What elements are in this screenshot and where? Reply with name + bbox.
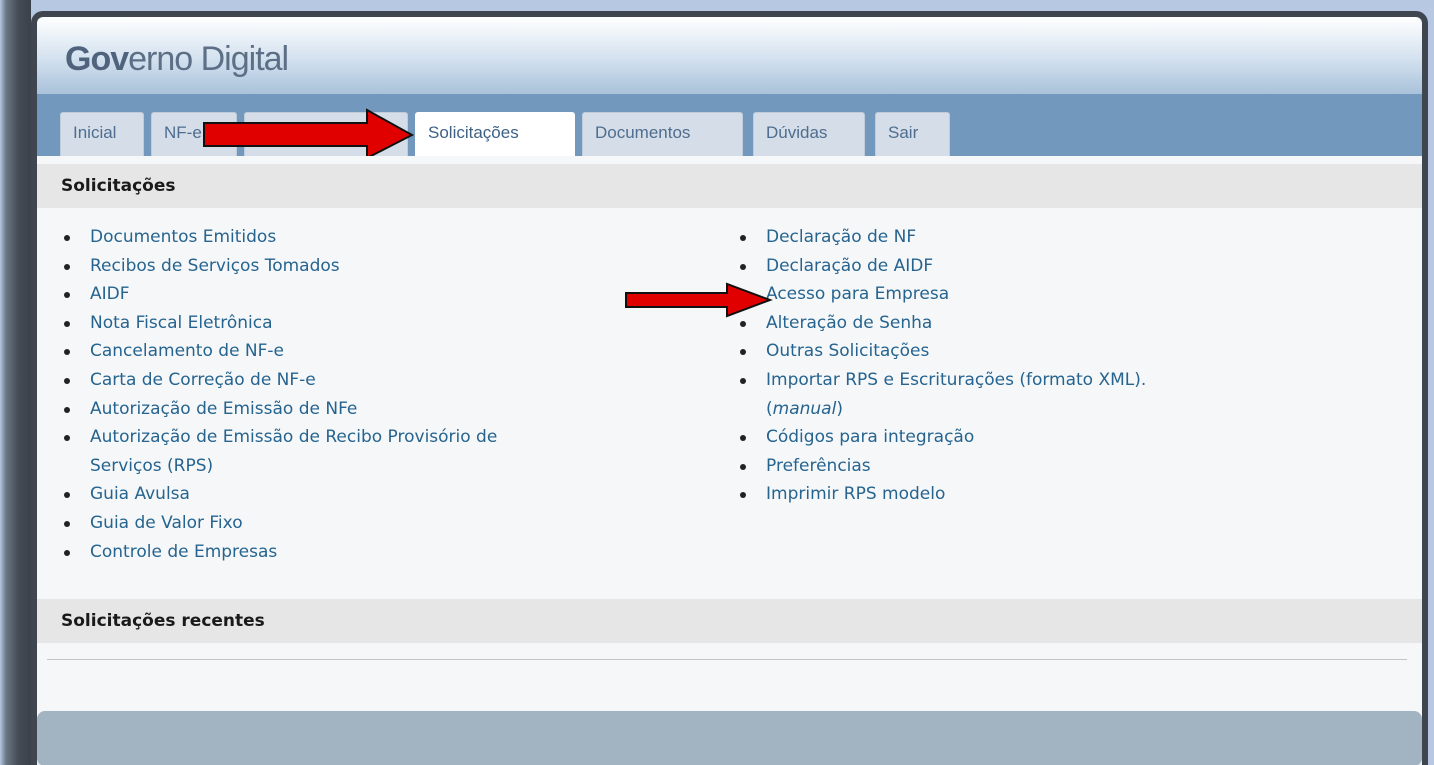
- list-item: Guia de Valor Fixo: [61, 509, 681, 538]
- list-item: Documentos Emitidos: [61, 223, 681, 252]
- link-guia-valor-fixo[interactable]: Guia de Valor Fixo: [90, 513, 243, 533]
- list-item: Outras Solicitações: [737, 337, 1357, 366]
- list-item: Importar RPS e Escriturações (formato XM…: [737, 366, 1357, 423]
- list-item: Recibos de Serviços Tomados: [61, 252, 681, 281]
- link-autorizacao-rps-line2: Serviços (RPS): [90, 455, 214, 476]
- site-header: Governo Digital: [37, 17, 1422, 94]
- logo-rest-part: erno Digital: [128, 40, 289, 78]
- list-item: Preferências: [737, 452, 1357, 481]
- link-declaracao-aidf[interactable]: Declaração de AIDF: [766, 256, 933, 276]
- manual-wrapper: (manual): [766, 395, 1357, 424]
- link-documentos-emitidos[interactable]: Documentos Emitidos: [90, 227, 276, 247]
- list-item: Alteração de Senha: [737, 309, 1357, 338]
- tab-solicitacoes[interactable]: Solicitações: [415, 112, 575, 156]
- main-content: Solicitações Documentos Emitidos Recibos…: [37, 156, 1422, 721]
- list-item: Acesso para Empresa: [737, 280, 1357, 309]
- list-item: Declaração de NF: [737, 223, 1357, 252]
- left-links-list: Documentos Emitidos Recibos de Serviços …: [61, 223, 681, 566]
- tab-inicial[interactable]: Inicial: [60, 112, 144, 156]
- logo-bold-part: Gov: [65, 40, 129, 78]
- link-nota-fiscal-eletronica[interactable]: Nota Fiscal Eletrônica: [90, 313, 272, 333]
- section-header-solicitacoes-recentes: Solicitações recentes: [37, 599, 1422, 643]
- recent-divider: [47, 659, 1407, 660]
- link-autorizacao-emissao-nfe[interactable]: Autorização de Emissão de NFe: [90, 399, 357, 419]
- link-importar-rps-xml[interactable]: Importar RPS e Escriturações (formato XM…: [766, 370, 1146, 390]
- link-codigos-integracao[interactable]: Códigos para integração: [766, 427, 974, 447]
- paren-close: ): [836, 398, 843, 419]
- link-autorizacao-emissao-rps[interactable]: Autorização de Emissão de Recibo Provisó…: [90, 427, 681, 480]
- link-manual[interactable]: manual: [773, 399, 837, 419]
- link-alteracao-senha[interactable]: Alteração de Senha: [766, 313, 932, 333]
- red-arrow-tabs-annotation: [203, 108, 415, 160]
- list-item: Carta de Correção de NF-e: [61, 366, 681, 395]
- list-item: Cancelamento de NF-e: [61, 337, 681, 366]
- link-recibos-servicos-tomados[interactable]: Recibos de Serviços Tomados: [90, 256, 340, 276]
- list-item: Imprimir RPS modelo: [737, 480, 1357, 509]
- browser-window: Governo Digital Inicial NF-e Solicitaçõe…: [31, 11, 1428, 765]
- paren-open: (: [766, 398, 773, 419]
- link-guia-avulsa[interactable]: Guia Avulsa: [90, 484, 190, 504]
- link-controle-empresas[interactable]: Controle de Empresas: [90, 542, 277, 562]
- link-acesso-empresa[interactable]: Acesso para Empresa: [766, 284, 949, 304]
- link-outras-solicitacoes[interactable]: Outras Solicitações: [766, 341, 929, 361]
- right-links-list: Declaração de NF Declaração de AIDF Aces…: [737, 223, 1357, 509]
- red-arrow-acesso-annotation: [625, 282, 773, 318]
- list-item: Controle de Empresas: [61, 538, 681, 567]
- tab-documentos[interactable]: Documentos: [582, 112, 743, 156]
- tab-duvidas[interactable]: Dúvidas: [753, 112, 865, 156]
- section-header-solicitacoes: Solicitações: [37, 164, 1422, 208]
- list-item: Guia Avulsa: [61, 480, 681, 509]
- link-cancelamento-nfe[interactable]: Cancelamento de NF-e: [90, 341, 284, 361]
- list-item: Autorização de Emissão de Recibo Provisó…: [61, 423, 681, 480]
- link-declaracao-nf[interactable]: Declaração de NF: [766, 227, 916, 247]
- link-imprimir-rps-modelo[interactable]: Imprimir RPS modelo: [766, 484, 945, 504]
- link-carta-correcao-nfe[interactable]: Carta de Correção de NF-e: [90, 370, 316, 390]
- link-autorizacao-rps-line1: Autorização de Emissão de Recibo Provisó…: [90, 427, 498, 448]
- main-nav-tabs: Inicial NF-e Solicitações Documentos Dúv…: [37, 94, 1422, 160]
- site-logo: Governo Digital: [65, 40, 289, 79]
- list-item: AIDF: [61, 280, 681, 309]
- link-aidf[interactable]: AIDF: [90, 284, 130, 304]
- list-item: Nota Fiscal Eletrônica: [61, 309, 681, 338]
- footer-bar: [37, 711, 1422, 765]
- window-shadow-strip: [0, 0, 31, 765]
- list-item: Códigos para integração: [737, 423, 1357, 452]
- tab-sair[interactable]: Sair: [875, 112, 950, 156]
- list-item: Declaração de AIDF: [737, 252, 1357, 281]
- list-item: Autorização de Emissão de NFe: [61, 395, 681, 424]
- link-preferencias[interactable]: Preferências: [766, 456, 871, 476]
